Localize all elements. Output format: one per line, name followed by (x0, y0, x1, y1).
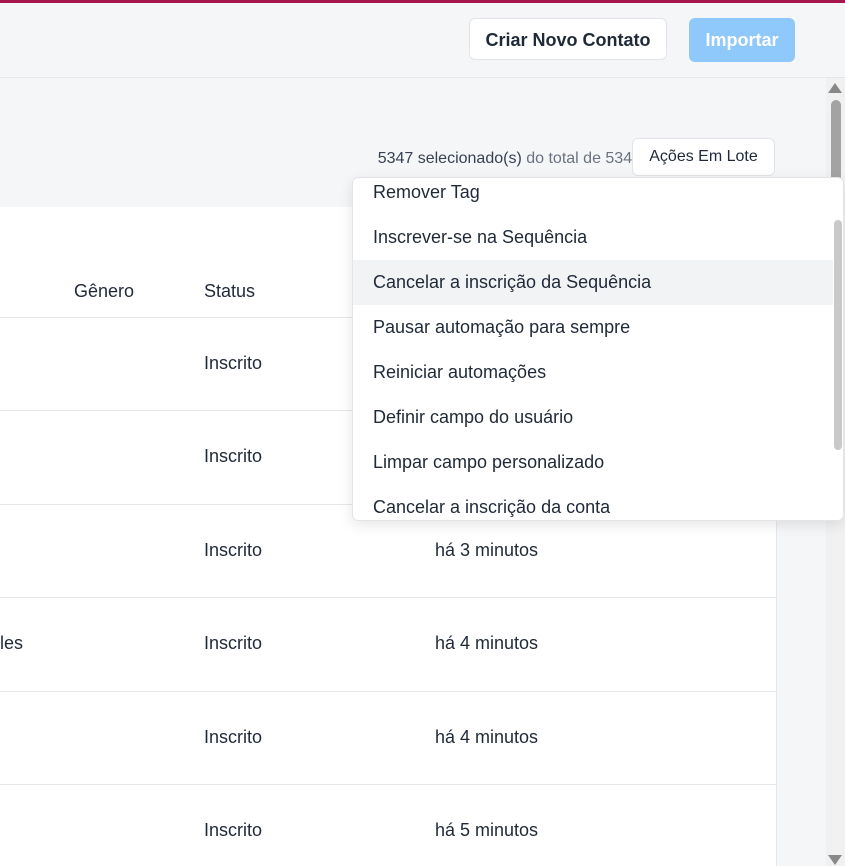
column-header-status[interactable]: Status (204, 281, 255, 302)
menu-item-pause-automation[interactable]: Pausar automação para sempre (353, 305, 833, 350)
time-cell: há 3 minutos (435, 540, 539, 560)
menu-item-restart-automations[interactable]: Reiniciar automações (353, 350, 833, 395)
menu-scrollbar[interactable] (834, 220, 842, 450)
create-contact-button[interactable]: Criar Novo Contato (469, 18, 667, 60)
scroll-up-arrow-icon[interactable] (828, 83, 842, 93)
menu-item-unsubscribe-account[interactable]: Cancelar a inscrição da conta (353, 485, 833, 520)
selection-count: 5347 selecionado(s) do total de 5347 (378, 150, 641, 168)
menu-item-set-user-field[interactable]: Definir campo do usuário (353, 395, 833, 440)
scroll-down-arrow-icon[interactable] (828, 855, 842, 865)
menu-item-subscribe-sequence[interactable]: Inscrever-se na Sequência (353, 215, 833, 260)
menu-item-remove-tag[interactable]: Remover Tag (353, 178, 833, 215)
status-cell: Inscrito (204, 633, 263, 653)
status-cell: Inscrito (204, 446, 263, 466)
row-divider (0, 597, 776, 598)
status-cell: Inscrito (204, 820, 263, 840)
status-cell: Inscrito (204, 540, 263, 560)
status-cell: Inscrito (204, 727, 263, 747)
selected-count-text: 5347 selecionado(s) (377, 150, 522, 167)
name-cell: les (0, 633, 24, 653)
batch-actions-button[interactable]: Ações Em Lote (632, 138, 775, 176)
page-header: Criar Novo Contato Importar (0, 3, 845, 78)
total-count-text: do total de 5347 (526, 150, 641, 167)
batch-actions-menu: Remover Tag Inscrever-se na Sequência Ca… (352, 177, 844, 521)
time-cell: há 5 minutos (435, 820, 539, 840)
menu-item-unsubscribe-sequence[interactable]: Cancelar a inscrição da Sequência (353, 260, 833, 305)
time-cell: há 4 minutos (435, 727, 539, 747)
row-divider (0, 784, 776, 785)
status-cell: Inscrito (204, 353, 263, 373)
import-button[interactable]: Importar (689, 18, 795, 62)
time-cell: há 4 minutos (435, 633, 539, 653)
row-divider (0, 691, 776, 692)
column-header-gender[interactable]: Gênero (74, 281, 134, 302)
menu-item-clear-custom-field[interactable]: Limpar campo personalizado (353, 440, 833, 485)
